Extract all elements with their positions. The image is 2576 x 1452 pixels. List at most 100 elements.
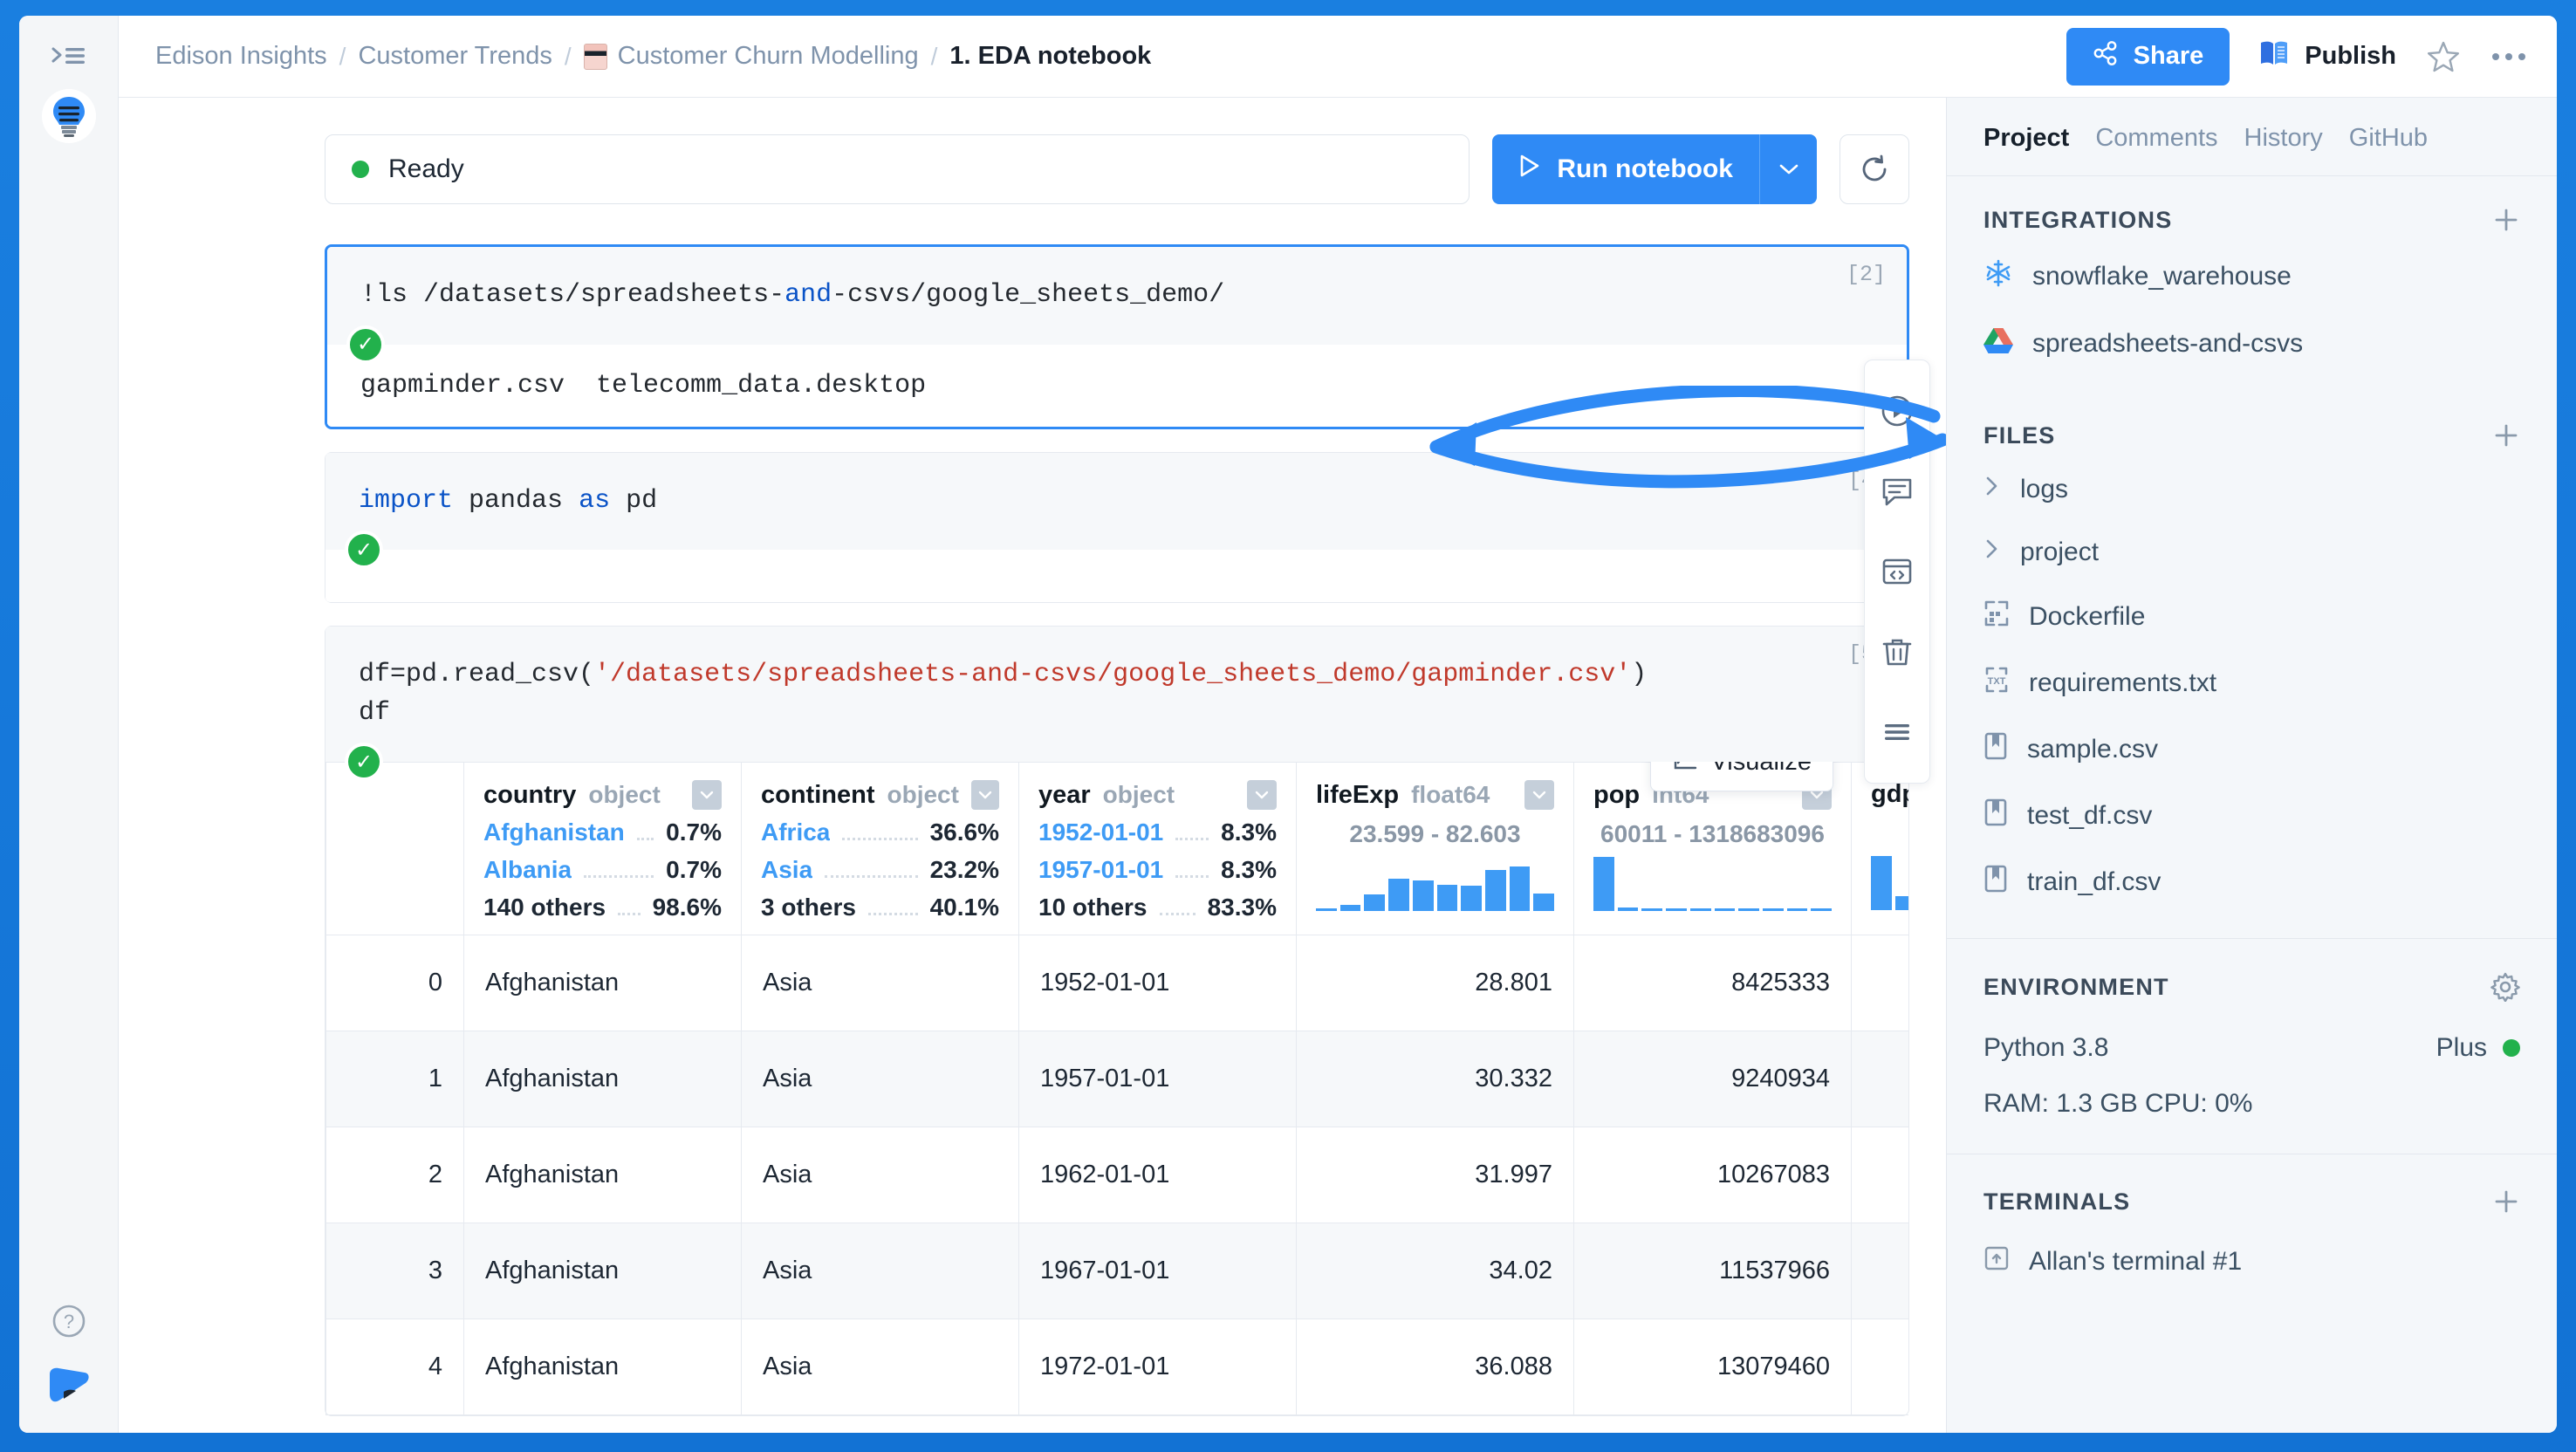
file-item-requirements[interactable]: TXT requirements.txt (1947, 650, 2557, 716)
table-row[interactable]: 1 Afghanistan Asia 1957-01-01 30.332 924… (325, 1031, 1908, 1127)
code-block-icon[interactable] (1864, 531, 1930, 612)
table-row[interactable]: 2 Afghanistan Asia 1962-01-01 31.997 102… (325, 1127, 1908, 1223)
column-header-gdppercap[interactable]: gdpPercap 241.165876 (1851, 762, 1908, 935)
cell-year: 1952-01-01 (1018, 935, 1297, 1031)
column-histogram (1297, 848, 1573, 911)
chevron-right-icon[interactable] (1983, 537, 2001, 568)
terminals-header: TERMINALS (1983, 1188, 2520, 1216)
run-bar: Ready Run notebook (325, 134, 1909, 204)
lightbulb-logo-icon[interactable] (41, 89, 96, 143)
menu-icon[interactable] (1864, 692, 1930, 772)
check-circle-icon: ✓ (345, 743, 383, 781)
plus-icon[interactable] (2492, 421, 2520, 449)
table-row[interactable]: 0 Afghanistan Asia 1952-01-01 28.801 842… (325, 935, 1908, 1031)
main-column: Edison Insights / Customer Trends / Cust… (119, 16, 2557, 1433)
integrations-header: INTEGRATIONS (1983, 206, 2520, 234)
right-panel-tabs: Project Comments History GitHub (1947, 98, 2557, 176)
publish-button-label: Publish (2305, 42, 2396, 70)
cell-3-source[interactable]: [5]df=pd.read_csv('/datasets/spreadsheet… (325, 627, 1908, 762)
collapse-sidebar-icon[interactable] (46, 38, 92, 73)
column-dtype: object (588, 781, 661, 808)
file-label: logs (2020, 475, 2069, 503)
code-cell-2[interactable]: [4]import pandas as pd ✓ (325, 451, 1909, 603)
integrations-title: INTEGRATIONS (1983, 206, 2173, 233)
cell-pop: 9240934 (1573, 1031, 1852, 1127)
cell-lifeexp: 31.997 (1296, 1127, 1574, 1223)
cell-3-code-a: df=pd.read_csv( (359, 660, 595, 689)
cell-continent: Asia (741, 935, 1019, 1031)
code-cell-1[interactable]: [2] !ls /datasets/spreadsheets-and-csvs/g… (325, 244, 1909, 429)
notebook-area: Ready Run notebook [2] !ls /datasets/spr… (119, 98, 1946, 1433)
file-item-train-df-csv[interactable]: train_df.csv (1947, 849, 2557, 915)
cell-1-source[interactable]: [2] !ls /datasets/spreadsheets-and-csvs/g… (327, 247, 1907, 345)
deepnote-mark-icon[interactable] (46, 1366, 92, 1410)
chevron-down-icon[interactable] (692, 780, 722, 810)
kernel-status[interactable]: Ready (325, 134, 1470, 204)
file-label: project (2020, 538, 2100, 566)
file-item-project[interactable]: project (1947, 521, 2557, 584)
tab-comments[interactable]: Comments (2095, 124, 2217, 153)
chevron-down-icon[interactable] (970, 780, 999, 810)
stat-pct: 23.2% (929, 856, 999, 883)
breadcrumb-item-folder[interactable]: Customer Trends (358, 42, 552, 71)
column-header-year[interactable]: year object 1952-01-01 8.3% 1957-01-01 8.3… (1018, 762, 1297, 935)
integration-item-snowflake[interactable]: snowflake_warehouse (1947, 243, 2557, 311)
publish-button[interactable]: Publish (2259, 39, 2396, 74)
refresh-button[interactable] (1840, 134, 1909, 204)
integration-item-drive[interactable]: spreadsheets-and-csvs (1947, 311, 2557, 376)
run-notebook-button[interactable]: Run notebook (1492, 134, 1759, 204)
run-options-caret[interactable] (1759, 134, 1817, 204)
column-name: gdpPercap (1871, 780, 1908, 808)
tab-history[interactable]: History (2244, 124, 2323, 153)
column-name: year (1038, 780, 1091, 809)
machine-status-dot-icon (2503, 1039, 2520, 1057)
file-item-logs[interactable]: logs (1947, 458, 2557, 521)
play-circle-icon[interactable] (1864, 371, 1930, 451)
cell-year: 1967-01-01 (1018, 1223, 1297, 1319)
table-row[interactable]: 4 Afghanistan Asia 1972-01-01 36.088 130… (325, 1318, 1908, 1415)
terminal-label: Allan's terminal #1 (2029, 1247, 2243, 1276)
cell-2-code-d: pd (610, 485, 658, 516)
column-header-continent[interactable]: continent object Africa 36.6% Asia 23.2% 3… (741, 762, 1019, 935)
column-header-lifeexp[interactable]: lifeExp float64 23.599 - 82.603 (1296, 762, 1574, 935)
help-circle-icon[interactable]: ? (51, 1304, 86, 1343)
csv-file-icon (1983, 798, 2008, 833)
cell-country: Afghanistan (463, 1127, 742, 1223)
tab-github[interactable]: GitHub (2349, 124, 2428, 153)
file-item-sample-csv[interactable]: sample.csv (1947, 716, 2557, 783)
column-header-country[interactable]: country object Afghanistan 0.7% Albania 0.… (463, 762, 742, 935)
code-cell-3[interactable]: [5]df=pd.read_csv('/datasets/spreadsheet… (325, 626, 1909, 1416)
file-label: Dockerfile (2029, 602, 2146, 631)
chevron-down-icon[interactable] (1247, 780, 1277, 810)
files-header: FILES (1983, 421, 2520, 449)
comment-icon[interactable] (1864, 451, 1930, 531)
file-item-test-df-csv[interactable]: test_df.csv (1947, 783, 2557, 849)
share-button[interactable]: Share (2066, 27, 2230, 86)
visualize-button[interactable]: Visualize (1650, 762, 1833, 791)
ellipsis-icon[interactable] (2490, 51, 2527, 63)
gear-icon[interactable] (2490, 972, 2520, 1002)
star-outline-icon[interactable] (2426, 39, 2461, 74)
breadcrumb-item-current[interactable]: 1. EDA notebook (949, 42, 1151, 71)
terminal-item-1[interactable]: Allan's terminal #1 (1947, 1224, 2557, 1294)
chevron-right-icon[interactable] (1983, 474, 2001, 505)
plus-icon[interactable] (2492, 1188, 2520, 1216)
terminals-section: TERMINALS (1947, 1154, 2557, 1224)
environment-runtime-row[interactable]: Python 3.8 Plus (1947, 1010, 2557, 1068)
table-row[interactable]: 3 Afghanistan Asia 1967-01-01 34.02 1153… (325, 1223, 1908, 1319)
column-name: continent (761, 780, 875, 809)
stat-leader (618, 913, 641, 915)
cell-toolbar[interactable] (1864, 360, 1930, 784)
cell-2-source[interactable]: [4]import pandas as pd (325, 452, 1908, 550)
column-stat: Albania 0.7% (483, 847, 722, 885)
breadcrumb-item-workspace[interactable]: Edison Insights (155, 42, 327, 71)
column-stat: 1957-01-01 8.3% (1038, 847, 1277, 885)
chevron-down-icon[interactable] (1524, 780, 1554, 810)
plus-icon[interactable] (2492, 206, 2520, 234)
breadcrumb-item-project[interactable]: Customer Churn Modelling (583, 42, 919, 71)
file-item-dockerfile[interactable]: Dockerfile (1947, 584, 2557, 650)
column-dtype: object (887, 781, 959, 808)
trash-icon[interactable] (1864, 612, 1930, 692)
tab-project[interactable]: Project (1983, 124, 2069, 153)
cell-3-code-b: '/datasets/spreadsheets-and-csvs/google_… (594, 660, 1632, 689)
